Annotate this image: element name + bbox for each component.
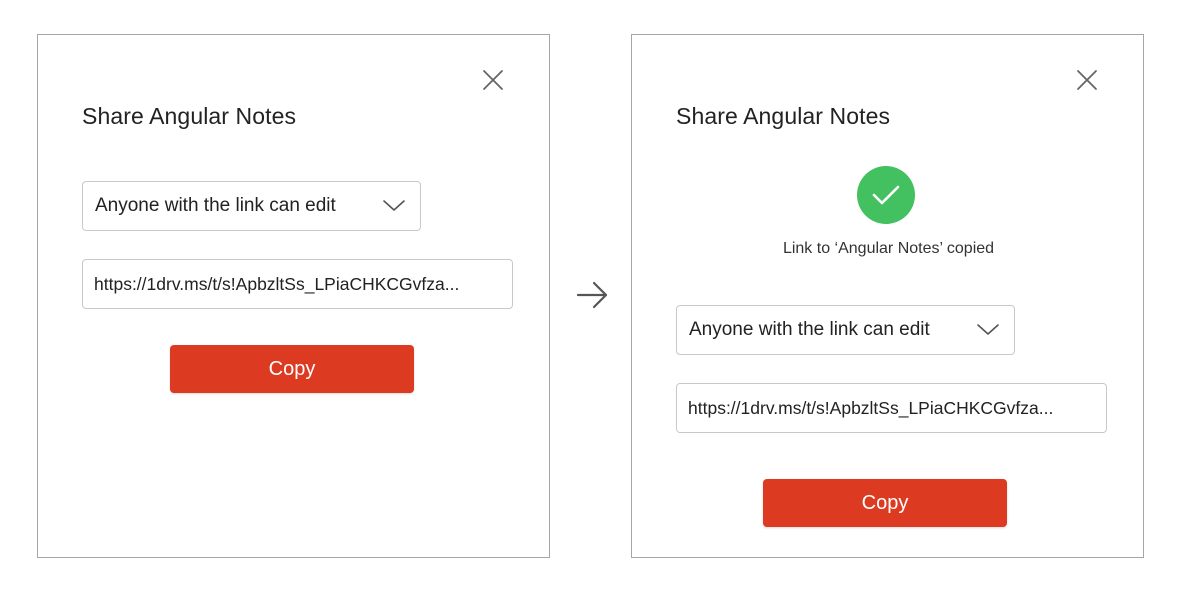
close-icon xyxy=(483,70,503,90)
share-dialog-before: Share Angular Notes Anyone with the link… xyxy=(37,34,550,558)
copy-button[interactable]: Copy xyxy=(763,479,1007,527)
arrow-right-icon xyxy=(576,281,608,309)
permission-label: Anyone with the link can edit xyxy=(95,195,336,216)
share-link-field[interactable]: https://1drv.ms/t/s!ApbzltSs_LPiaCHKCGvf… xyxy=(82,259,513,309)
chevron-down-icon xyxy=(977,324,999,335)
checkmark-icon xyxy=(872,185,900,205)
permission-dropdown[interactable]: Anyone with the link can edit xyxy=(82,181,421,231)
dialog-title: Share Angular Notes xyxy=(676,103,891,129)
share-link-text: https://1drv.ms/t/s!ApbzltSs_LPiaCHKCGvf… xyxy=(688,397,1054,418)
permission-dropdown[interactable]: Anyone with the link can edit xyxy=(676,305,1015,355)
checkmark-circle-icon xyxy=(857,166,915,224)
dialog-title: Share Angular Notes xyxy=(82,103,297,129)
comparison-stage: Share Angular Notes Anyone with the link… xyxy=(0,0,1182,589)
chevron-down-icon xyxy=(383,200,405,211)
copy-button[interactable]: Copy xyxy=(170,345,414,393)
share-link-text: https://1drv.ms/t/s!ApbzltSs_LPiaCHKCGvf… xyxy=(94,273,460,294)
close-button[interactable] xyxy=(481,68,505,92)
close-icon xyxy=(1077,70,1097,90)
close-button[interactable] xyxy=(1075,68,1099,92)
permission-label: Anyone with the link can edit xyxy=(689,319,930,340)
share-link-field[interactable]: https://1drv.ms/t/s!ApbzltSs_LPiaCHKCGvf… xyxy=(676,383,1107,433)
share-dialog-after: Share Angular Notes Link to ‘Angular Not… xyxy=(631,34,1144,558)
copied-confirmation: Link to ‘Angular Notes’ copied xyxy=(782,240,995,257)
